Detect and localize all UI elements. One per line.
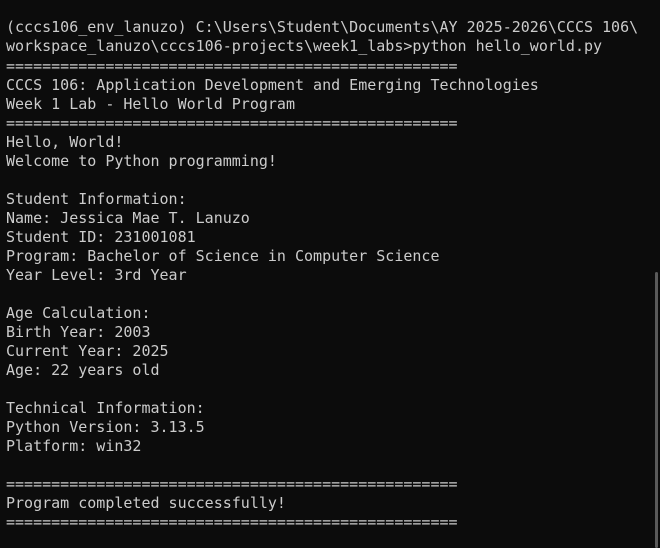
student-id: Student ID: 231001081 [6, 228, 196, 246]
scrollbar-thumb[interactable] [655, 272, 658, 548]
student-program: Program: Bachelor of Science in Computer… [6, 247, 440, 265]
terminal-window[interactable]: (cccs106_env_lanuzo) C:\Users\Student\Do… [0, 0, 660, 548]
student-name: Name: Jessica Mae T. Lanuzo [6, 209, 250, 227]
current-year: Current Year: 2025 [6, 342, 169, 360]
python-version: Python Version: 3.13.5 [6, 418, 205, 436]
tech-info-header: Technical Information: [6, 399, 205, 417]
command-prompt-line-1: (cccs106_env_lanuzo) C:\Users\Student\Do… [6, 18, 639, 36]
separator-line: ========================================… [6, 513, 458, 531]
welcome-output: Welcome to Python programming! [6, 152, 277, 170]
scrollbar-track[interactable] [654, 0, 660, 548]
separator-line: ========================================… [6, 57, 458, 75]
age-calc-header: Age Calculation: [6, 304, 151, 322]
command-prompt-line-2: workspace_lanuzo\cccs106-projects\week1_… [6, 37, 603, 55]
lab-title: Week 1 Lab - Hello World Program [6, 95, 295, 113]
separator-line: ========================================… [6, 475, 458, 493]
student-info-header: Student Information: [6, 190, 187, 208]
separator-line: ========================================… [6, 114, 458, 132]
greeting-output: Hello, World! [6, 133, 124, 151]
completion-message: Program completed successfully! [6, 494, 286, 512]
platform: Platform: win32 [6, 437, 142, 455]
student-year-level: Year Level: 3rd Year [6, 266, 187, 284]
age-result: Age: 22 years old [6, 361, 160, 379]
course-title: CCCS 106: Application Development and Em… [6, 76, 539, 94]
birth-year: Birth Year: 2003 [6, 323, 151, 341]
